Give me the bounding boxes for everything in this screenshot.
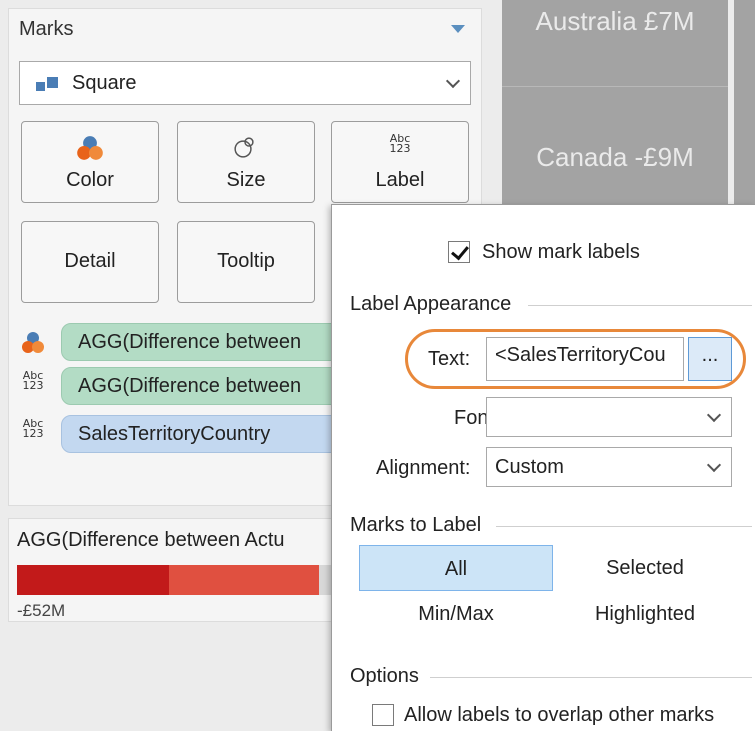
size-button[interactable]: Size (177, 121, 315, 203)
label-field-pill[interactable]: AGG(Difference between (61, 367, 351, 405)
tooltip-button[interactable]: Tooltip (177, 221, 315, 303)
detail-label: Detail (64, 250, 116, 272)
edit-text-button[interactable]: ... (688, 337, 732, 381)
label-label: Label (375, 169, 425, 191)
mark-type-dropdown[interactable]: Square (19, 61, 471, 105)
divider (430, 677, 752, 678)
color-encoding-icon (22, 332, 44, 353)
color-icon (77, 136, 103, 160)
show-mark-labels-label: Show mark labels (482, 241, 640, 263)
color-field-pill[interactable]: AGG(Difference between (61, 323, 351, 361)
text-field[interactable]: <SalesTerritoryCou (486, 337, 684, 381)
label-encoding-icon: Abc 123 (22, 417, 44, 440)
legend-title: AGG(Difference between Actu (17, 529, 285, 551)
mark-type-value: Square (72, 72, 137, 94)
tile-label[interactable]: Canada -£9M (502, 142, 728, 173)
tooltip-label: Tooltip (217, 250, 275, 272)
show-mark-labels-checkbox[interactable] (448, 241, 470, 263)
allow-overlap-label: Allow labels to overlap other marks (404, 704, 715, 726)
divider (528, 305, 752, 306)
option-label: Selected (606, 557, 684, 579)
chevron-down-icon (706, 407, 722, 423)
viz-view: Australia £7M Canada -£9M (502, 0, 728, 205)
text-field-label: Text: (428, 348, 471, 370)
alignment-dropdown[interactable]: Custom (486, 447, 732, 487)
tile-divider (502, 86, 728, 87)
label-popup: Show mark labels Label Appearance Text: … (331, 204, 755, 731)
marks-to-label-min-max[interactable]: Min/Max (359, 591, 553, 637)
alignment-value: Custom (495, 456, 564, 478)
abc-123-icon: Abc 123 (389, 132, 411, 155)
color-button[interactable]: Color (21, 121, 159, 203)
option-label: All (444, 558, 468, 580)
label-button[interactable]: Abc 123 Label (331, 121, 469, 203)
marks-to-label-highlighted[interactable]: Highlighted (548, 591, 742, 637)
ellipsis-icon: ... (701, 344, 719, 366)
font-dropdown[interactable] (486, 397, 732, 437)
size-icon (234, 137, 254, 158)
option-label: Highlighted (594, 603, 696, 625)
color-label: Color (66, 169, 114, 191)
viz-view-edge (734, 0, 755, 205)
chevron-down-icon (445, 73, 461, 89)
square-mark-icon (36, 77, 58, 91)
marks-to-label-all[interactable]: All (359, 545, 553, 591)
chevron-down-icon (706, 457, 722, 473)
divider (496, 526, 752, 527)
allow-overlap-checkbox[interactable] (372, 704, 394, 726)
size-label: Size (226, 169, 266, 191)
option-label: Min/Max (418, 603, 494, 625)
options-heading: Options (350, 665, 419, 687)
label-encoding-icon: Abc 123 (22, 369, 44, 392)
detail-button[interactable]: Detail (21, 221, 159, 303)
legend-min-label: -£52M (17, 601, 66, 620)
pill-text: AGG(Difference between (78, 375, 302, 397)
marks-header: Marks (9, 9, 481, 47)
marks-to-label-heading: Marks to Label (350, 514, 482, 536)
tile-label[interactable]: Australia £7M (502, 6, 728, 37)
marks-to-label-selected[interactable]: Selected (548, 545, 742, 591)
marks-title: Marks (19, 18, 74, 40)
label-appearance-heading: Label Appearance (350, 293, 512, 315)
alignment-field-label: Alignment: (376, 457, 471, 479)
pill-text: AGG(Difference between (78, 331, 302, 353)
pill-text: SalesTerritoryCountry (78, 423, 271, 445)
country-field-pill[interactable]: SalesTerritoryCountry (61, 415, 351, 453)
text-field-value: <SalesTerritoryCou (495, 344, 666, 366)
marks-menu-arrow-icon[interactable] (451, 25, 465, 33)
